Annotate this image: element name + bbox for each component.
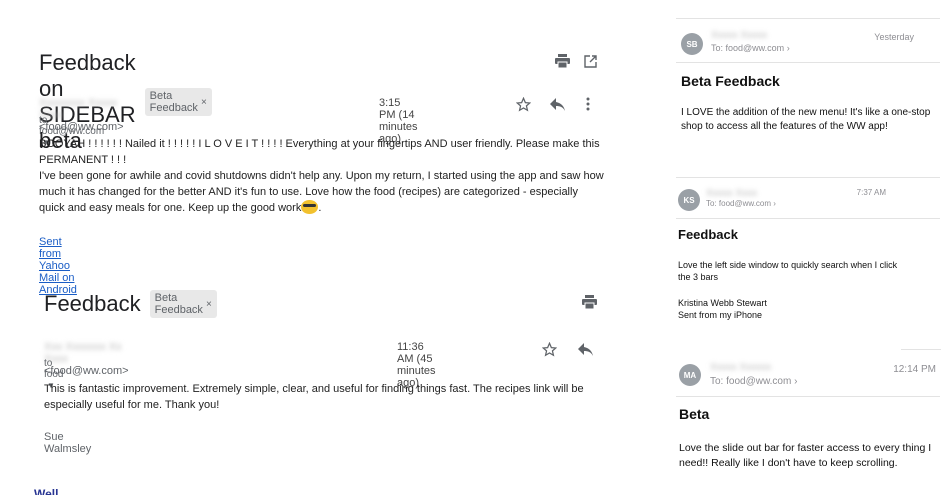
divider bbox=[676, 218, 940, 219]
email-body: This is fantastic improvement. Extremely… bbox=[44, 383, 584, 411]
message-subject: Beta Feedback bbox=[681, 73, 780, 89]
sender-name: Xxxxx Xxxx bbox=[706, 188, 758, 199]
recipient-line: To: food@ww.com › bbox=[706, 199, 776, 208]
chevron-right-icon: › bbox=[786, 43, 790, 53]
recipient-text: To: food@ww.com bbox=[706, 199, 772, 208]
printer-icon[interactable] bbox=[580, 293, 598, 311]
message-body: Love the slide out bar for faster access… bbox=[679, 442, 932, 469]
body-paragraph: I've been gone for awhile and covid shut… bbox=[39, 170, 604, 214]
divider bbox=[676, 62, 940, 63]
divider bbox=[676, 18, 940, 19]
sender-name: Xxxxx Xxxxxx bbox=[710, 362, 772, 373]
email-subject: Feedback bbox=[44, 291, 141, 316]
reply-icon[interactable] bbox=[576, 340, 594, 358]
cut-off-heading: Well bbox=[34, 487, 59, 495]
avatar: MA bbox=[679, 364, 701, 386]
message-body: Love the left side window to quickly sea… bbox=[678, 259, 908, 321]
signature-name: Kristina Webb Stewart bbox=[678, 298, 767, 308]
open-new-window-icon[interactable] bbox=[581, 52, 599, 70]
reply-icon[interactable] bbox=[548, 95, 566, 113]
label-text: Beta Feedback bbox=[149, 90, 198, 114]
label-chip[interactable]: Beta Feedback × bbox=[144, 88, 212, 116]
chevron-right-icon: › bbox=[773, 199, 776, 208]
chevron-right-icon: › bbox=[794, 376, 798, 387]
message-subject: Beta bbox=[679, 406, 710, 422]
divider bbox=[901, 349, 941, 350]
body-paragraph-text: I've been gone for awhile and covid shut… bbox=[39, 170, 604, 214]
recipient-text: To: food@ww.com bbox=[710, 376, 792, 387]
sunglasses-emoji-icon bbox=[301, 200, 319, 214]
email-body: BOOYAH ! ! ! ! ! ! Nailed it ! ! ! ! ! I… bbox=[39, 136, 606, 216]
avatar: KS bbox=[678, 189, 700, 211]
close-icon[interactable]: × bbox=[201, 97, 207, 108]
recipient-text: To: food@ww.com bbox=[711, 43, 785, 53]
body-paragraph: Love the left side window to quickly sea… bbox=[678, 260, 898, 282]
divider bbox=[676, 396, 940, 397]
label-chip[interactable]: Beta Feedback × bbox=[149, 290, 217, 318]
recipient-line: To: food@ww.com › bbox=[711, 43, 790, 53]
star-icon[interactable] bbox=[540, 340, 558, 358]
printer-icon[interactable] bbox=[553, 52, 571, 70]
subject-row: Feedback Beta Feedback × bbox=[44, 290, 217, 318]
yahoo-mail-link[interactable]: Sent from Yahoo Mail on Android bbox=[39, 236, 77, 296]
divider bbox=[676, 177, 940, 178]
recipient-text: to food@ww.com bbox=[39, 115, 105, 137]
star-icon[interactable] bbox=[514, 95, 532, 113]
message-subject: Feedback bbox=[678, 227, 738, 242]
sender-name: Xxxxx Xxxxx bbox=[711, 30, 768, 41]
signature: Sue Walmsley bbox=[44, 431, 92, 455]
close-icon[interactable]: × bbox=[206, 299, 212, 310]
signature-device: Sent from my iPhone bbox=[678, 310, 763, 320]
body-paragraph: BOOYAH ! ! ! ! ! ! Nailed it ! ! ! ! ! I… bbox=[39, 138, 600, 166]
label-text: Beta Feedback bbox=[154, 292, 203, 316]
message-body: I LOVE the addition of the new menu! It'… bbox=[681, 107, 931, 132]
more-vert-icon[interactable] bbox=[579, 95, 597, 113]
recipient-text: to food bbox=[44, 358, 64, 380]
message-time: 7:37 AM bbox=[856, 188, 886, 197]
message-time: Yesterday bbox=[874, 32, 914, 42]
recipient-line: To: food@ww.com › bbox=[710, 376, 797, 387]
message-time: 12:14 PM bbox=[893, 364, 936, 375]
avatar: SB bbox=[681, 33, 703, 55]
